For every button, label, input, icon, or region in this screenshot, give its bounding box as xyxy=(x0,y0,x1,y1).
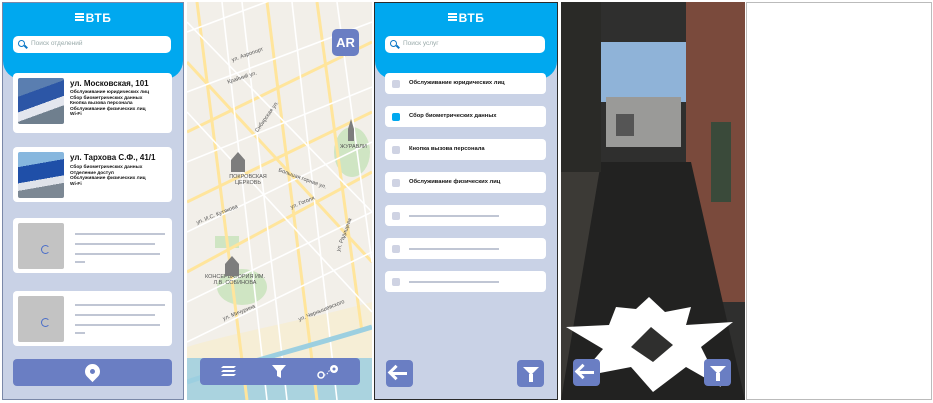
list-icon[interactable] xyxy=(220,364,236,379)
city-map[interactable] xyxy=(187,2,372,400)
checkbox[interactable] xyxy=(392,113,400,121)
back-button[interactable] xyxy=(386,360,413,387)
filter-option-placeholder xyxy=(385,238,546,259)
service-filter-screen: ВТБ Поиск услуг Обслуживание юридических… xyxy=(374,2,558,400)
apply-filter-button[interactable] xyxy=(517,360,544,387)
loading-card xyxy=(13,218,172,273)
vtb-logo: ВТБ xyxy=(375,11,557,25)
search-icon xyxy=(390,40,397,47)
search-icon xyxy=(18,40,25,47)
filter-option[interactable]: Сбор биометрических данных xyxy=(385,106,546,127)
filter-option-placeholder xyxy=(385,271,546,292)
header: ВТБ Поиск услуг xyxy=(375,3,557,79)
filter-option[interactable]: Обслуживание физических лиц xyxy=(385,172,546,193)
branch-card[interactable]: ул. Тархова С.Ф., 41/1 Сбор биометрическ… xyxy=(13,147,172,202)
map-toolbar xyxy=(200,358,360,385)
checkbox[interactable] xyxy=(392,80,400,88)
service-search-input[interactable]: Поиск услуг xyxy=(385,36,545,53)
filter-option-placeholder xyxy=(385,205,546,226)
poi-label: ЖУРАВЛИ xyxy=(340,144,367,150)
filter-icon[interactable] xyxy=(271,364,287,379)
filter-icon xyxy=(523,367,539,382)
branch-search-input[interactable]: Поиск отделений xyxy=(13,36,171,53)
image-placeholder xyxy=(18,296,64,342)
back-button[interactable] xyxy=(573,359,600,386)
back-arrow-icon xyxy=(579,371,594,374)
image-placeholder xyxy=(18,223,64,269)
branch-card[interactable]: ул. Московская, 101 Обслуживание юридиче… xyxy=(13,73,172,133)
location-pin-icon xyxy=(81,360,104,383)
branch-services: Сбор биометрических данных Отделение дос… xyxy=(70,165,146,187)
poi-label: ПОКРОВСКАЯ ЦЕРКОВЬ xyxy=(229,174,267,186)
vtb-logo: ВТБ xyxy=(3,11,183,25)
filter-icon xyxy=(710,366,726,381)
loading-spinner-icon xyxy=(41,245,50,254)
filter-option[interactable]: Обслуживание юридических лиц xyxy=(385,73,546,94)
header: ВТБ Поиск отделений xyxy=(3,3,183,79)
branch-address: ул. Московская, 101 xyxy=(70,79,149,88)
poi-label: КОНСЕРВАТОРИЯ ИМ. Л.В. СОБИНОВА xyxy=(205,274,266,286)
checkbox[interactable] xyxy=(392,179,400,187)
branch-photo xyxy=(18,152,64,198)
filter-option[interactable]: Кнопка вызова персонала xyxy=(385,139,546,160)
back-arrow-icon xyxy=(392,372,407,375)
route-icon[interactable] xyxy=(317,364,339,379)
ar-camera-screen xyxy=(561,2,745,400)
blank-screen xyxy=(746,2,932,400)
checkbox[interactable] xyxy=(392,146,400,154)
branch-services: Обслуживание юридических лиц Сбор биомет… xyxy=(70,90,150,118)
branch-photo xyxy=(18,78,64,124)
branch-list-screen: ВТБ Поиск отделений ул. Московская, 101 … xyxy=(2,2,184,400)
show-on-map-button[interactable] xyxy=(13,359,172,386)
map-screen: ул. Аэропорт Крайний ул. Сибирская ул. П… xyxy=(187,2,372,400)
loading-card xyxy=(13,291,172,346)
ar-mode-button[interactable]: AR xyxy=(332,29,359,56)
branch-address: ул. Тархова С.Ф., 41/1 xyxy=(70,153,156,162)
filter-button[interactable] xyxy=(704,359,731,386)
loading-spinner-icon xyxy=(41,318,50,327)
